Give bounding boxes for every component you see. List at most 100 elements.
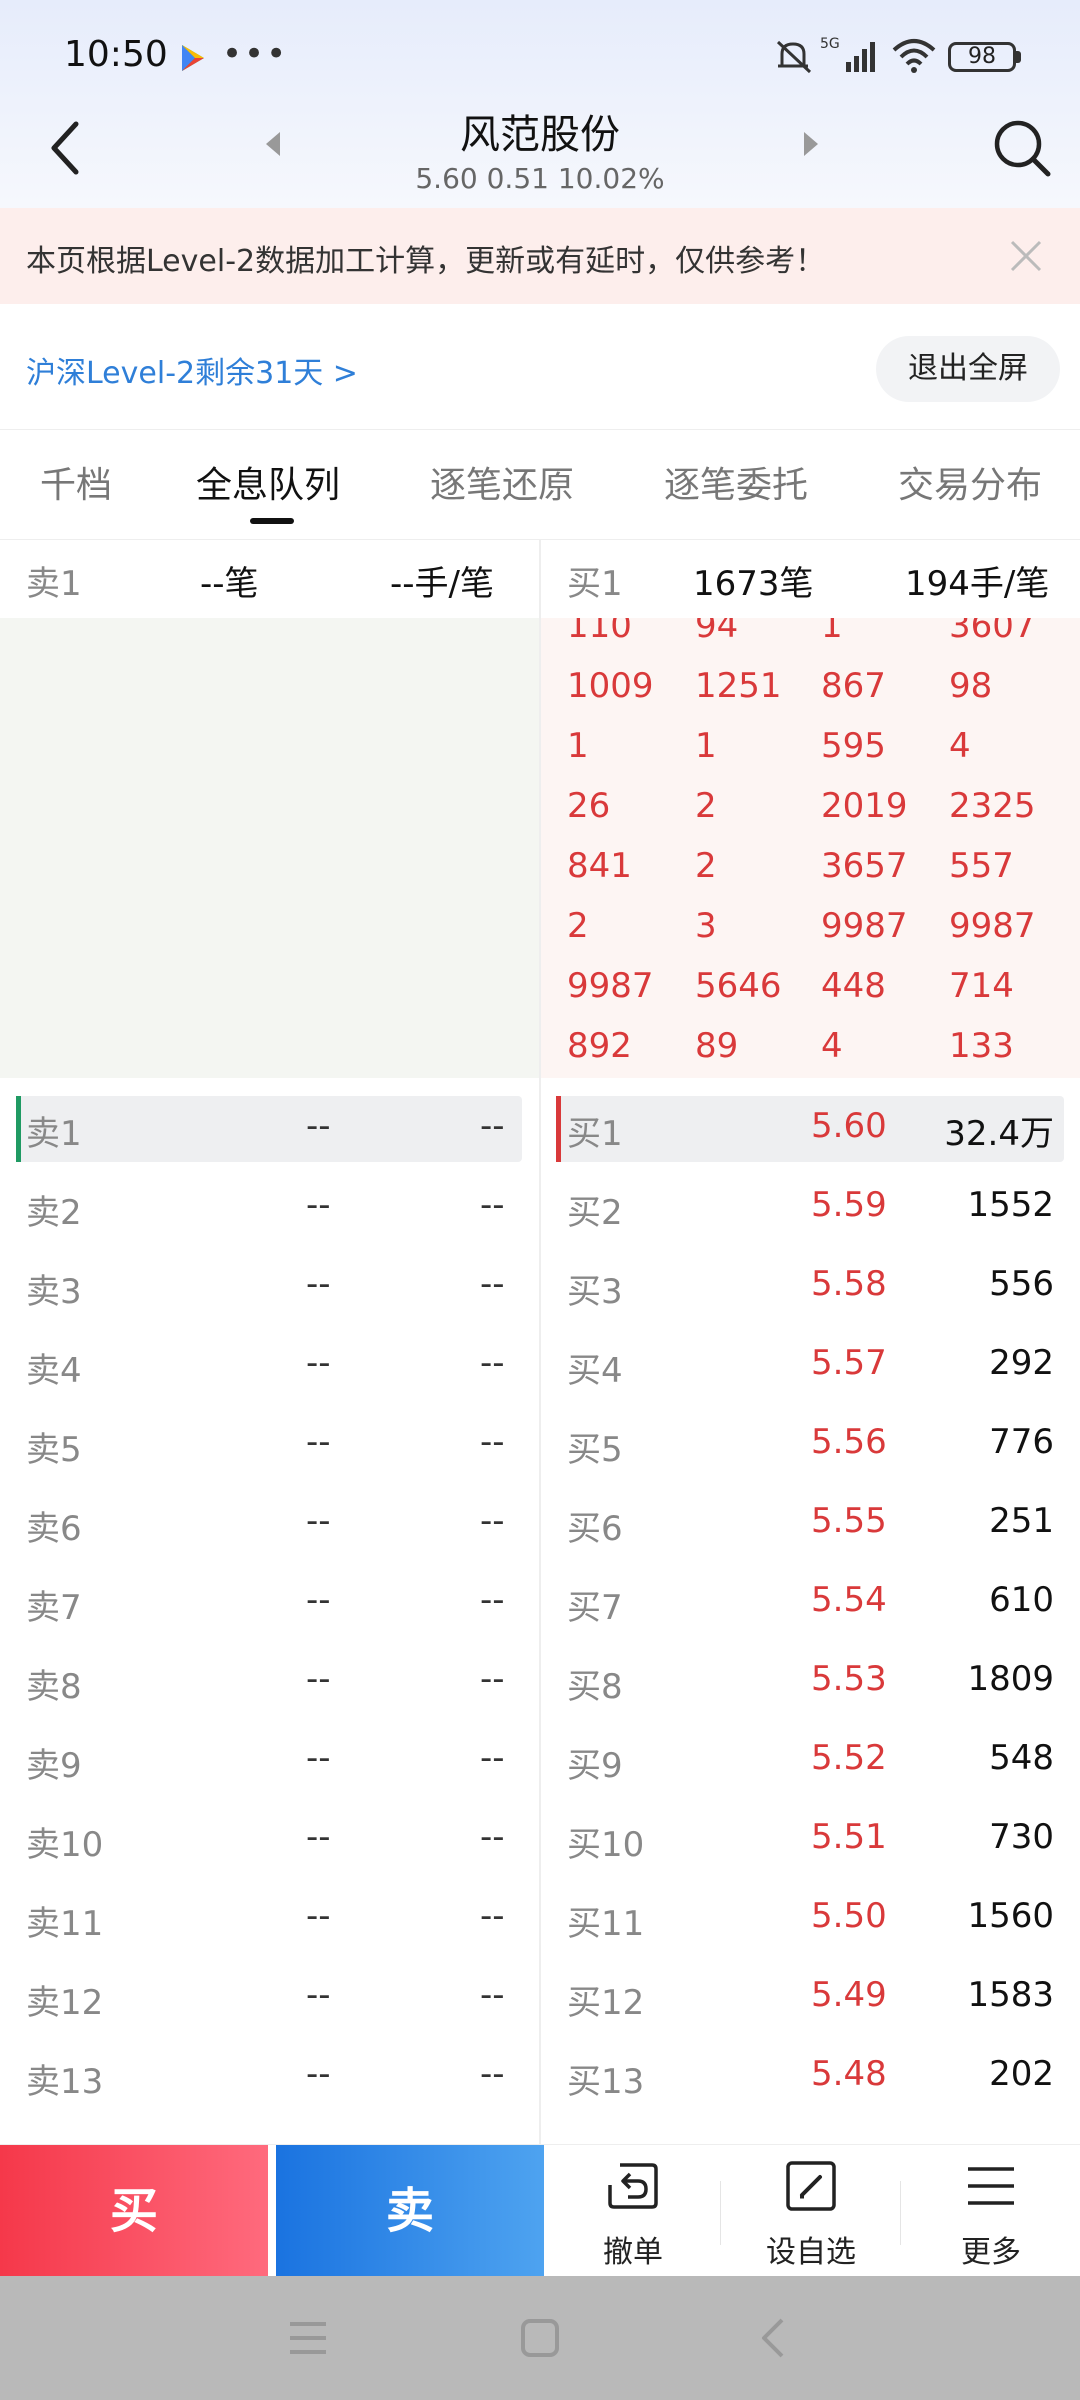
next-stock-icon[interactable]	[796, 126, 826, 162]
bid-row[interactable]: 买9 5.52 548	[541, 1726, 1080, 1794]
cellular-signal-icon: 5G	[820, 36, 875, 72]
battery-icon: 98	[948, 42, 1016, 72]
watchlist-button[interactable]: 设自选	[722, 2145, 900, 2277]
ask-row[interactable]: 卖2 -- --	[0, 1173, 539, 1241]
ask-row[interactable]: 卖1 -- --	[0, 1094, 539, 1162]
bid-row[interactable]: 买5 5.56 776	[541, 1410, 1080, 1478]
bid-row[interactable]: 买1 5.60 32.4万	[541, 1094, 1080, 1162]
bid-row[interactable]: 买11 5.50 1560	[541, 1884, 1080, 1952]
bid-row[interactable]: 买3 5.58 556	[541, 1252, 1080, 1320]
bid-price: 5.60	[811, 1106, 887, 1146]
watchlist-label: 设自选	[766, 2235, 856, 2270]
bid-price: 5.49	[811, 1975, 887, 2015]
ask-price: --	[306, 2054, 331, 2094]
ask-price: --	[306, 1185, 331, 1225]
ask-row[interactable]: 卖7 -- --	[0, 1568, 539, 1636]
tab-tick-restore[interactable]: 逐笔还原	[430, 456, 574, 508]
queue-order-size: 557	[949, 846, 1014, 886]
ask-level: 卖8	[26, 1667, 82, 1707]
ask-volume: --	[480, 1738, 505, 1778]
notice-text: 本页根据Level-2数据加工计算，更新或有延时，仅供参考！	[26, 244, 826, 279]
queue-order-size: 3657	[821, 846, 908, 886]
ask-level: 卖1	[26, 1114, 82, 1154]
bid-row[interactable]: 买4 5.57 292	[541, 1331, 1080, 1399]
ask-row[interactable]: 卖8 -- --	[0, 1647, 539, 1715]
bid-price: 5.58	[811, 1264, 887, 1304]
queue-order-size: 714	[949, 966, 1014, 1006]
queue-order-size: 1	[567, 726, 589, 766]
status-time: 10:50	[64, 34, 168, 75]
bid-price: 5.54	[811, 1580, 887, 1620]
level2-subscription-link[interactable]: 沪深Level-2剩余31天 >	[26, 348, 358, 392]
ask-row[interactable]: 卖4 -- --	[0, 1331, 539, 1399]
ask-price: --	[306, 1106, 331, 1146]
back-icon[interactable]	[44, 118, 92, 178]
bid-level: 买5	[567, 1430, 623, 1470]
play-store-icon	[182, 45, 204, 71]
ask-queue-header: 卖1 --笔 --手/笔	[0, 556, 539, 604]
status-bar: 10:50 ••• 5G 98	[0, 0, 1080, 110]
queue-order-size: 2	[567, 906, 589, 946]
ask-level: 卖11	[26, 1904, 104, 1944]
bid-queue-avg: 194手/笔	[905, 564, 1050, 604]
bid-row[interactable]: 买8 5.53 1809	[541, 1647, 1080, 1715]
bid-row[interactable]: 买13 5.48 202	[541, 2042, 1080, 2110]
ask-volume: --	[480, 1501, 505, 1541]
cancel-order-label: 撤单	[603, 2235, 663, 2270]
ask-row[interactable]: 卖11 -- --	[0, 1884, 539, 1952]
close-icon[interactable]	[1006, 236, 1046, 276]
ask-level: 卖10	[26, 1825, 104, 1865]
bid-volume: 251	[989, 1501, 1054, 1541]
bid-row[interactable]: 买7 5.54 610	[541, 1568, 1080, 1636]
tab-bar: 千档 全息队列 逐笔还原 逐笔委托 交易分布	[0, 430, 1080, 540]
bid-row[interactable]: 买2 5.59 1552	[541, 1173, 1080, 1241]
more-button[interactable]: 更多	[902, 2145, 1080, 2277]
wifi-icon	[892, 39, 936, 73]
queue-order-size: 2325	[949, 786, 1036, 826]
ask-row[interactable]: 卖10 -- --	[0, 1805, 539, 1873]
back-nav-icon[interactable]	[752, 2316, 796, 2360]
bid-volume: 548	[989, 1738, 1054, 1778]
recent-apps-icon[interactable]	[286, 2316, 330, 2360]
bid-row[interactable]: 买12 5.49 1583	[541, 1963, 1080, 2031]
home-icon[interactable]	[518, 2316, 562, 2360]
search-icon[interactable]	[992, 118, 1052, 178]
ask-row[interactable]: 卖5 -- --	[0, 1410, 539, 1478]
bid-row[interactable]: 买10 5.51 730	[541, 1805, 1080, 1873]
tab-tick-orders[interactable]: 逐笔委托	[664, 456, 808, 508]
ask-volume: --	[480, 1264, 505, 1304]
battery-tip	[1016, 51, 1021, 63]
ask-row[interactable]: 卖6 -- --	[0, 1489, 539, 1557]
sell-button[interactable]: 卖	[276, 2145, 544, 2277]
ask-volume: --	[480, 1975, 505, 2015]
bid-volume: 1809	[967, 1659, 1054, 1699]
bid-volume: 32.4万	[944, 1114, 1054, 1154]
ask-price: --	[306, 1501, 331, 1541]
queue-row: 26 2 2019 2325	[541, 786, 1080, 846]
bid-queue-header: 买1 1673笔 194手/笔	[541, 556, 1080, 604]
tab-thousand-levels[interactable]: 千档	[40, 456, 112, 508]
queue-order-size: 2	[695, 846, 717, 886]
action-bar: 买 卖 撤单 设自选 更多	[0, 2144, 1080, 2277]
queue-order-size: 2019	[821, 786, 908, 826]
queue-order-size: 4	[821, 1026, 843, 1066]
tab-trade-distribution[interactable]: 交易分布	[898, 456, 1042, 508]
ask-level: 卖6	[26, 1509, 82, 1549]
buy-button[interactable]: 买	[0, 2145, 268, 2277]
previous-stock-icon[interactable]	[258, 126, 288, 162]
queue-row: 1 1 595 4	[541, 726, 1080, 786]
bid-queue-label: 买1	[567, 564, 623, 604]
bid-volume: 776	[989, 1422, 1054, 1462]
ask-row[interactable]: 卖12 -- --	[0, 1963, 539, 2031]
ask-row[interactable]: 卖3 -- --	[0, 1252, 539, 1320]
cancel-order-button[interactable]: 撤单	[544, 2145, 722, 2277]
bid-level: 买2	[567, 1193, 623, 1233]
system-navigation-bar	[0, 2276, 1080, 2400]
bid-queue-list[interactable]: 110 94 1 3607 1009 1251 867 98 1 1 595 4 26 2 2019 2325…	[541, 618, 1080, 1078]
tab-full-queue[interactable]: 全息队列	[196, 456, 340, 508]
ask-row[interactable]: 卖9 -- --	[0, 1726, 539, 1794]
bid-row[interactable]: 买6 5.55 251	[541, 1489, 1080, 1557]
ask-row[interactable]: 卖13 -- --	[0, 2042, 539, 2110]
exit-fullscreen-button[interactable]: 退出全屏	[876, 336, 1060, 402]
bid-level: 买8	[567, 1667, 623, 1707]
